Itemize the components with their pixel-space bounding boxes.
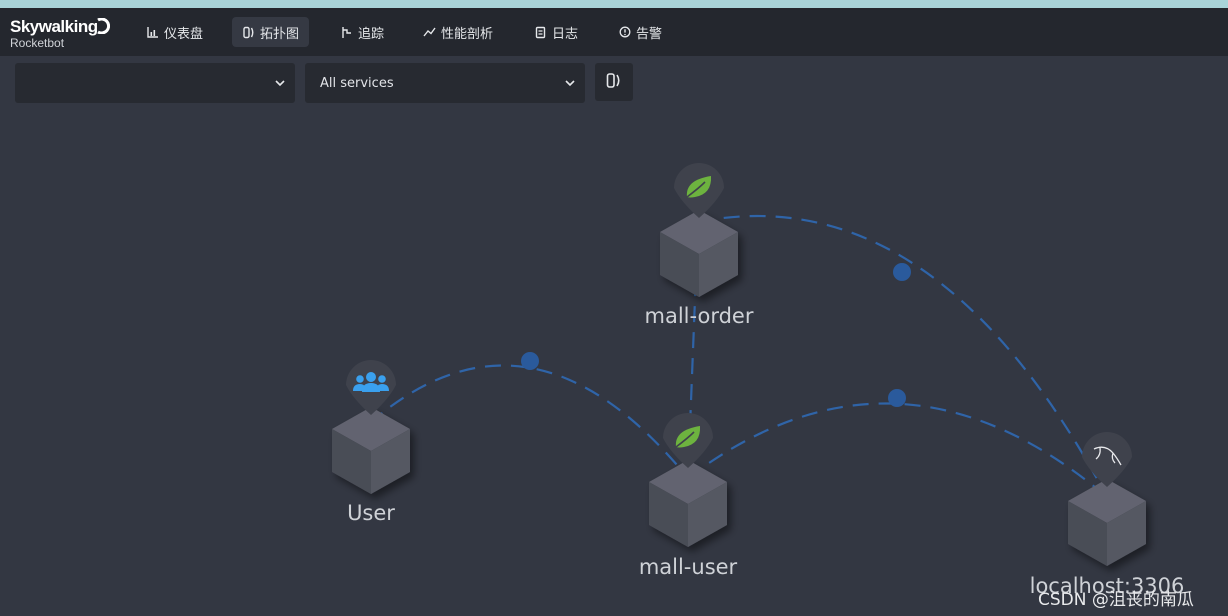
node-badge <box>674 163 724 218</box>
node-label: mall-user <box>639 555 738 579</box>
cube-icon <box>332 407 410 494</box>
node-mall-order[interactable]: mall-order <box>645 163 754 328</box>
edge-mall-user-localhost[interactable] <box>687 389 1108 498</box>
topology-graph[interactable]: mall-order User mall-user localhost:3306 <box>0 0 1228 616</box>
cube-icon <box>649 460 727 547</box>
cube-icon <box>1068 479 1146 566</box>
edge-mall-order-localhost-dot[interactable] <box>893 263 911 281</box>
cube-icon <box>660 210 738 297</box>
node-badge <box>346 360 396 415</box>
edge-user-mall-user[interactable] <box>369 352 689 479</box>
node-label: User <box>347 501 395 525</box>
node-label: mall-order <box>645 304 754 328</box>
node-badge <box>663 413 713 468</box>
node-mall-user[interactable]: mall-user <box>639 413 738 579</box>
edge-mall-user-localhost-dot[interactable] <box>888 389 906 407</box>
csdn-watermark: CSDN @沮丧的南瓜 <box>1038 590 1194 610</box>
edge-mall-order-localhost[interactable] <box>697 214 1108 498</box>
node-user[interactable]: User <box>332 360 410 525</box>
edge-user-mall-user-dot[interactable] <box>521 352 539 370</box>
node-badge <box>1082 432 1132 487</box>
